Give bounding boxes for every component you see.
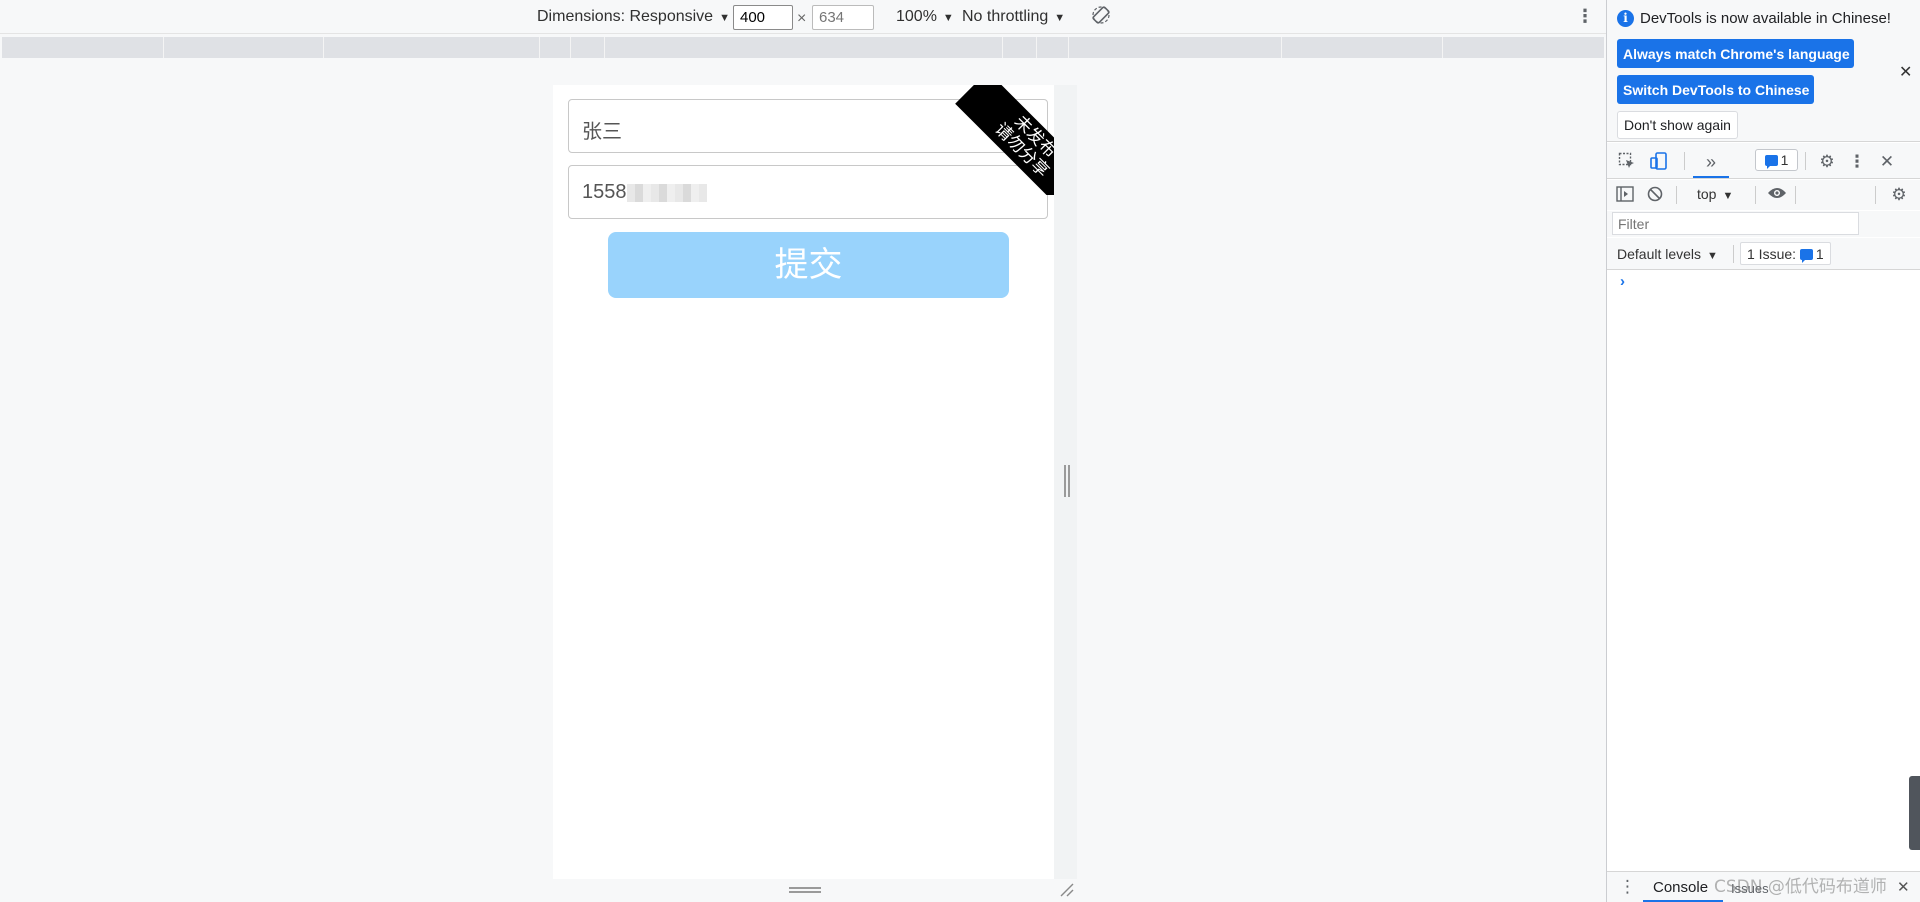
- issue-count-value: 1: [1815, 246, 1824, 262]
- rotate-device-icon[interactable]: [1092, 6, 1110, 29]
- message-icon: [1799, 249, 1813, 263]
- ruler-tick: [1002, 37, 1003, 58]
- throttling-dropdown[interactable]: No throttling ▼: [962, 8, 1065, 26]
- console-toolbar: top ▼ ⚙: [1607, 180, 1920, 210]
- settings-gear-icon[interactable]: ⚙: [1817, 152, 1837, 172]
- dimensions-label: Dimensions: Responsive: [537, 8, 714, 25]
- context-selector[interactable]: top ▼: [1697, 186, 1733, 202]
- toolbar-separator: [1805, 152, 1806, 170]
- inspect-element-icon[interactable]: [1617, 152, 1637, 172]
- resize-handle-bottom[interactable]: [789, 887, 821, 893]
- more-tabs-icon[interactable]: »: [1701, 152, 1721, 172]
- ruler-tick: [1068, 37, 1069, 58]
- devtools-main-toolbar: » 1 ⚙ ⋮ ✕: [1607, 143, 1920, 179]
- ruler-tick: [323, 37, 324, 58]
- zoom-dropdown[interactable]: 100% ▼: [896, 8, 954, 26]
- clear-console-icon[interactable]: [1645, 186, 1665, 206]
- ruler-tick: [1281, 37, 1282, 58]
- drawer-tab-console[interactable]: Console: [1653, 879, 1708, 896]
- device-frame: 张三 1558 提交 未发布 请勿分享: [553, 85, 1077, 897]
- toolbar-separator: [1755, 186, 1756, 204]
- caret-down-icon: ▼: [1707, 250, 1718, 262]
- ruler-tick: [539, 37, 540, 58]
- more-vert-icon[interactable]: ⋮: [1576, 6, 1594, 27]
- active-tab-underline: [1693, 176, 1729, 178]
- dont-show-again-button[interactable]: Don't show again: [1617, 111, 1738, 139]
- device-toolbar-icon[interactable]: [1649, 152, 1669, 172]
- ruler-tick: [570, 37, 571, 58]
- ruler-tick: [1442, 37, 1443, 58]
- emulated-viewport-area: Dimensions: Responsive ▼ × 100% ▼ No throt…: [0, 0, 1606, 902]
- live-expression-eye-icon[interactable]: [1767, 185, 1787, 205]
- height-input[interactable]: [812, 5, 874, 30]
- log-levels-row: Default levels ▼ 1 Issue: 1: [1607, 238, 1920, 270]
- dimensions-dropdown[interactable]: Dimensions: Responsive ▼: [537, 8, 730, 26]
- toolbar-separator: [1795, 186, 1796, 204]
- console-settings-gear-icon[interactable]: ⚙: [1889, 185, 1909, 205]
- devtools-panel: i DevTools is now available in Chinese! …: [1606, 0, 1920, 902]
- close-icon[interactable]: ✕: [1899, 62, 1912, 82]
- caret-down-icon: ▼: [1722, 190, 1734, 202]
- resize-corner-icon[interactable]: [1058, 881, 1074, 897]
- log-levels-dropdown[interactable]: Default levels ▼: [1617, 246, 1718, 262]
- info-message-row: i DevTools is now available in Chinese!: [1617, 10, 1891, 27]
- more-vert-icon[interactable]: ⋮: [1847, 152, 1867, 172]
- toolbar-separator: [1733, 245, 1734, 263]
- issue-count-button[interactable]: 1 Issue: 1: [1740, 242, 1831, 265]
- ruler-tick: [1036, 37, 1037, 58]
- close-devtools-icon[interactable]: ✕: [1877, 152, 1897, 172]
- always-match-language-button[interactable]: Always match Chrome's language: [1617, 39, 1854, 68]
- media-query-ruler[interactable]: [2, 37, 1604, 58]
- console-prompt-icon[interactable]: ›: [1620, 273, 1625, 290]
- toolbar-separator: [1684, 152, 1685, 170]
- resize-handle-right[interactable]: [1064, 465, 1070, 497]
- filter-input[interactable]: [1612, 212, 1859, 235]
- issues-badge-count: 1: [1780, 152, 1789, 168]
- drawer-menu-icon[interactable]: ⋮: [1619, 877, 1636, 897]
- issues-badge[interactable]: 1: [1755, 149, 1798, 171]
- zoom-label: 100%: [896, 8, 937, 25]
- filter-row: [1607, 211, 1920, 237]
- info-icon: i: [1617, 10, 1634, 27]
- submit-button[interactable]: 提交: [608, 232, 1009, 298]
- times-symbol: ×: [797, 10, 807, 27]
- name-value: 张三: [582, 121, 622, 143]
- switch-to-chinese-button[interactable]: Switch DevTools to Chinese: [1617, 75, 1814, 104]
- ribbon-band: 未发布 请勿分享: [955, 85, 1054, 195]
- toolbar-separator: [1676, 186, 1677, 204]
- width-input[interactable]: [733, 5, 793, 30]
- throttling-label: No throttling: [962, 8, 1049, 25]
- device-screen: 张三 1558 提交 未发布 请勿分享: [553, 85, 1054, 879]
- side-scroll-grip[interactable]: [1909, 776, 1920, 850]
- message-icon: [1764, 155, 1778, 169]
- ruler-tick: [163, 37, 164, 58]
- unpublished-ribbon: 未发布 请勿分享: [944, 85, 1054, 195]
- watermark: CSDN @低代码布道师: [1714, 877, 1887, 897]
- caret-down-icon: ▼: [1054, 12, 1066, 24]
- levels-label: Default levels: [1617, 246, 1702, 262]
- device-toolbar: Dimensions: Responsive ▼ × 100% ▼ No throt…: [0, 0, 1606, 34]
- language-infobar: i DevTools is now available in Chinese! …: [1607, 0, 1920, 142]
- toolbar-separator: [1875, 186, 1876, 204]
- redacted-mask: [626, 183, 707, 202]
- close-drawer-icon[interactable]: ✕: [1897, 878, 1910, 896]
- info-message: DevTools is now available in Chinese!: [1640, 10, 1891, 27]
- ruler-tick: [604, 37, 605, 58]
- context-label: top: [1697, 186, 1717, 202]
- sidebar-toggle-icon[interactable]: [1615, 186, 1635, 206]
- phone-value: 1558: [582, 181, 627, 203]
- caret-down-icon: ▼: [719, 12, 730, 24]
- issue-count-label: 1 Issue:: [1747, 246, 1797, 262]
- caret-down-icon: ▼: [942, 12, 954, 24]
